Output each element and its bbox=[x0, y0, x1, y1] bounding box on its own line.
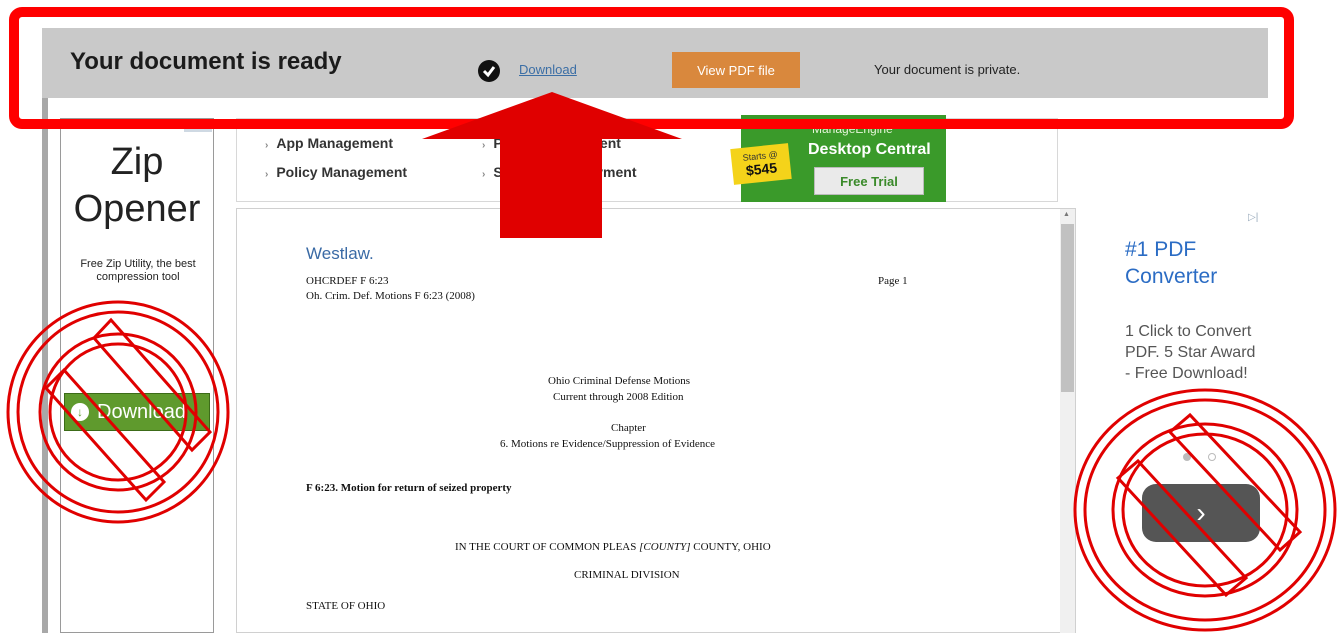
chapter-label: Chapter bbox=[611, 422, 646, 434]
left-ad-description: Free Zip Utility, the best compression t… bbox=[80, 258, 196, 283]
edition: Current through 2008 Edition bbox=[553, 391, 684, 403]
section-title: F 6:23. Motion for return of seized prop… bbox=[306, 482, 512, 494]
left-ad-title: Opener bbox=[73, 188, 201, 230]
page-number: Page 1 bbox=[878, 275, 908, 287]
ad-choices-icon[interactable]: ▷| bbox=[1248, 212, 1258, 223]
link-policy-management[interactable]: › Policy Management bbox=[265, 164, 407, 180]
citation-line: OHCRDEF F 6:23 bbox=[306, 275, 389, 287]
ad-choices-icon[interactable] bbox=[184, 120, 212, 132]
checkmark-icon bbox=[478, 60, 500, 82]
bullet-icon: › bbox=[482, 169, 486, 180]
right-ad-title[interactable]: #1 PDF Converter bbox=[1125, 236, 1217, 291]
page-title: Your document is ready bbox=[70, 48, 342, 75]
free-trial-button[interactable]: Free Trial bbox=[814, 167, 924, 195]
bullet-icon: › bbox=[265, 169, 269, 180]
westlaw-logo: Westlaw. bbox=[306, 244, 374, 263]
court-heading: IN THE COURT OF COMMON PLEAS [COUNTY] CO… bbox=[455, 541, 771, 553]
link-app-management[interactable]: › App Management bbox=[265, 135, 393, 151]
link-patch-management[interactable]: › Patch Management bbox=[482, 135, 621, 151]
scroll-thumb[interactable] bbox=[1061, 224, 1074, 392]
left-ad-title: Zip bbox=[110, 141, 164, 183]
next-arrow-button[interactable]: › bbox=[1142, 484, 1260, 542]
citation-line: Oh. Crim. Def. Motions F 6:23 (2008) bbox=[306, 290, 475, 302]
bullet-icon: › bbox=[482, 140, 486, 151]
chapter-title: 6. Motions re Evidence/Suppression of Ev… bbox=[500, 438, 716, 450]
right-ad-description: 1 Click to Convert PDF. 5 Star Award - F… bbox=[1125, 323, 1256, 382]
link-software-deployment[interactable]: › Software Deployment bbox=[482, 164, 636, 180]
left-ad-download-button[interactable]: ↓ Download bbox=[64, 393, 210, 431]
download-arrow-icon: ↓ bbox=[71, 403, 89, 421]
ad-title: Desktop Central bbox=[808, 141, 931, 158]
scroll-up-arrow-icon[interactable]: ▲ bbox=[1063, 211, 1070, 218]
carousel-dot[interactable] bbox=[1208, 453, 1216, 461]
party-name: STATE OF OHIO bbox=[306, 600, 386, 612]
privacy-notice: Your document is private. bbox=[874, 62, 1021, 77]
view-pdf-button[interactable]: View PDF file bbox=[672, 52, 800, 88]
bullet-icon: › bbox=[265, 140, 269, 151]
division-heading: CRIMINAL DIVISION bbox=[574, 569, 680, 581]
left-ad-button-label: Download bbox=[97, 400, 186, 423]
carousel-dot[interactable] bbox=[1183, 453, 1191, 461]
price-tag: Starts @ $545 bbox=[730, 143, 792, 185]
book-title: Ohio Criminal Defense Motions bbox=[548, 375, 691, 387]
page-edge bbox=[42, 98, 48, 633]
ad-brand: ManageEngine bbox=[812, 122, 893, 136]
download-link[interactable]: Download bbox=[519, 62, 577, 77]
